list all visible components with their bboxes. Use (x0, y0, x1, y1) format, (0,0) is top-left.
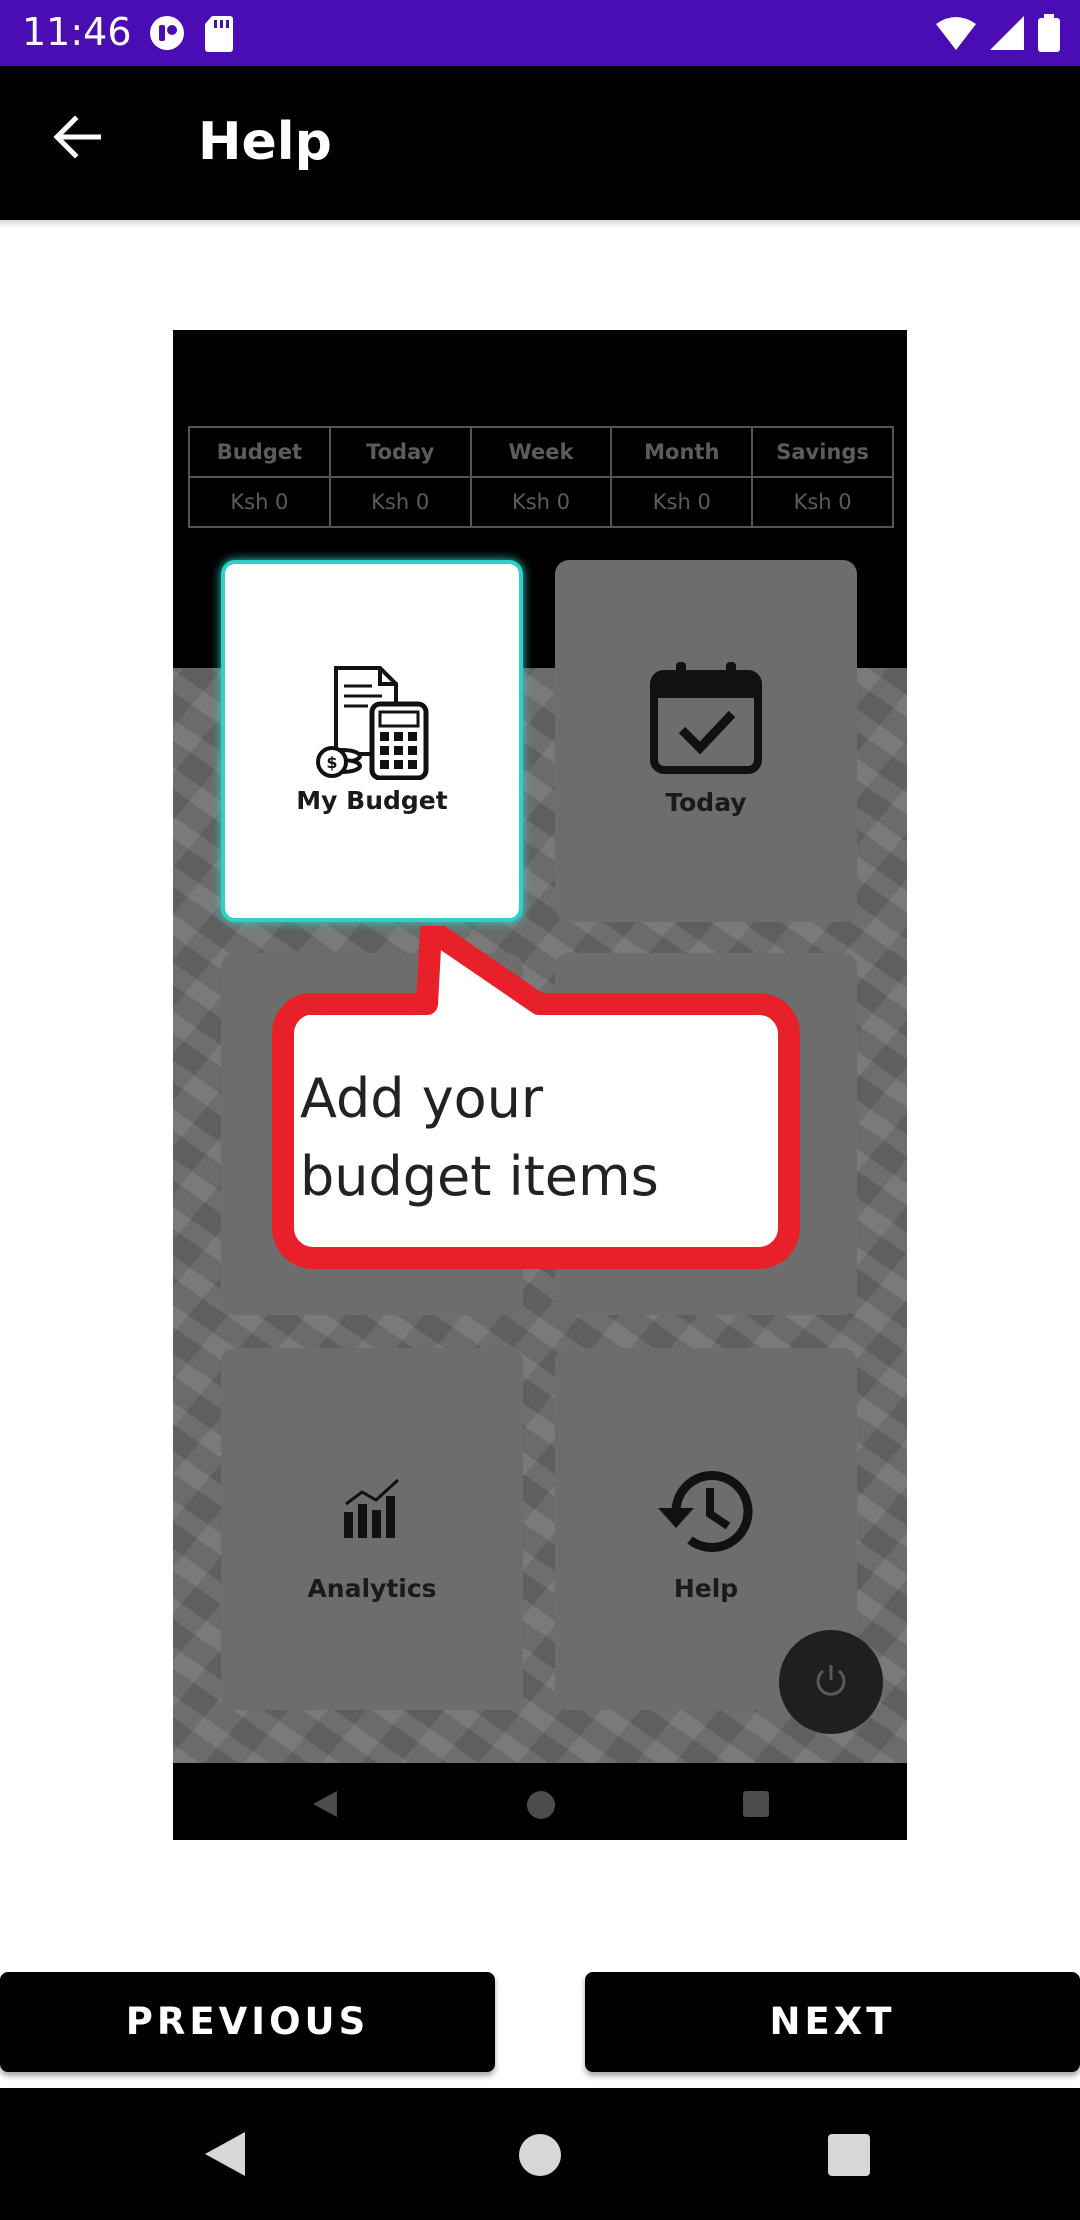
signal-icon (990, 16, 1024, 55)
status-time: 11:46 (22, 10, 132, 54)
page-title: Help (198, 112, 332, 172)
tile-my-budget-label: My Budget (296, 786, 448, 815)
status-right-icons (936, 14, 1060, 57)
history-icon (555, 1466, 857, 1556)
stats-value-budget: Ksh 0 (188, 476, 331, 528)
stats-header-savings: Savings (751, 426, 894, 478)
stats-header-budget: Budget (188, 426, 331, 478)
stats-value-today: Ksh 0 (328, 476, 472, 528)
tile-my-budget: $ My Budget (221, 560, 523, 922)
battery-icon (1038, 14, 1060, 57)
preview-nav-bar (173, 1763, 907, 1840)
system-nav-bar (0, 2088, 1080, 2220)
next-button[interactable]: NEXT (585, 1972, 1080, 2072)
app-notification-icon (148, 14, 186, 57)
tile-analytics-label: Analytics (307, 1574, 437, 1603)
budget-calculator-icon: $ (225, 664, 519, 780)
nav-back-icon[interactable] (203, 2130, 247, 2183)
app-bar-shadow (0, 220, 1080, 228)
back-button[interactable] (40, 112, 114, 166)
power-icon (812, 1661, 850, 1704)
stats-header-row: Budget Today Week Month Savings (188, 426, 894, 478)
tile-today: Today (555, 560, 857, 922)
status-bar: 11:46 (0, 0, 1080, 66)
calendar-check-icon (555, 660, 857, 776)
preview-home-icon (527, 1791, 555, 1819)
previous-button[interactable]: PREVIOUS (0, 1972, 495, 2072)
svg-text:$: $ (326, 753, 337, 772)
nav-recent-icon[interactable] (828, 2134, 870, 2176)
nav-home-icon[interactable] (519, 2134, 561, 2176)
stats-table: Budget Today Week Month Savings Ksh 0 Ks… (188, 426, 894, 528)
tile-help-label: Help (673, 1574, 739, 1603)
stats-value-month: Ksh 0 (610, 476, 754, 528)
callout-text: Add your budget items (300, 1067, 659, 1208)
sd-card-icon (204, 14, 234, 57)
wifi-icon (936, 16, 976, 55)
tile-today-label: Today (665, 788, 747, 817)
stats-value-row: Ksh 0 Ksh 0 Ksh 0 Ksh 0 Ksh 0 (188, 476, 894, 528)
preview-back-icon (311, 1789, 339, 1824)
power-button-preview (779, 1630, 883, 1734)
stats-header-week: Week (469, 426, 613, 478)
stats-header-today: Today (328, 426, 472, 478)
stats-value-week: Ksh 0 (469, 476, 613, 528)
arrow-back-icon (53, 114, 102, 164)
stats-value-savings: Ksh 0 (751, 476, 894, 528)
bar-chart-icon (221, 1476, 523, 1540)
app-bar: Help (0, 66, 1080, 220)
tile-analytics: Analytics (221, 1348, 523, 1710)
status-left-icons (148, 14, 234, 57)
stats-header-month: Month (610, 426, 754, 478)
preview-recent-icon (743, 1791, 769, 1817)
